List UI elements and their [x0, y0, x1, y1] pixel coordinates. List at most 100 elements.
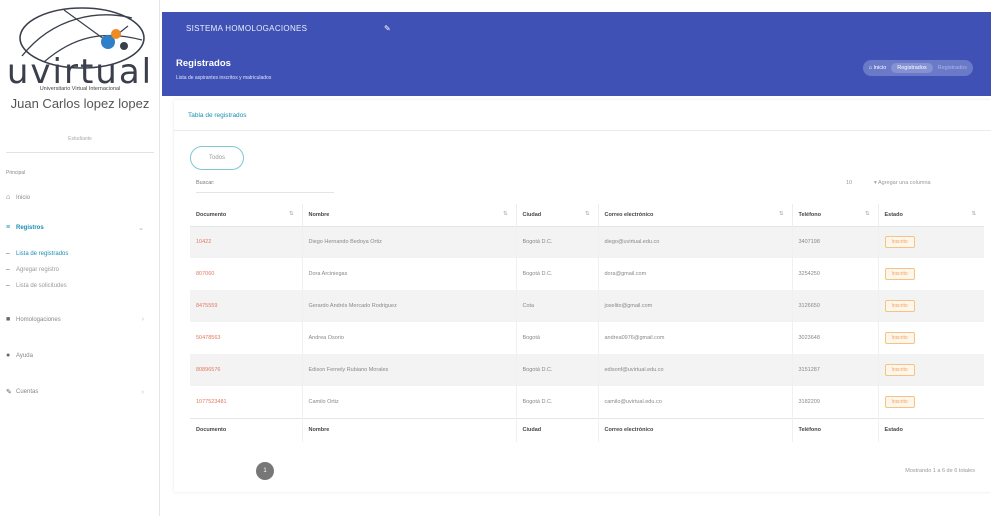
bullet-icon: – — [6, 266, 10, 273]
logo-tagline: Universitario Virtual Internacional — [39, 86, 121, 92]
cell-documento[interactable]: 8475559 — [190, 290, 303, 322]
status-badge: Inscrito — [884, 332, 915, 344]
card-divider — [174, 130, 991, 131]
cell-nombre: Dora Arciniegas — [302, 258, 517, 290]
breadcrumb-home[interactable]: ⌂ Inicio — [869, 65, 887, 71]
status-badge: Inscrito — [884, 364, 915, 376]
sidebar-item-agregar-registro[interactable]: – Agregar registro — [6, 266, 154, 273]
cell-correo: joselito@gmail.com — [598, 290, 793, 322]
table-row[interactable]: 10422 Diego Hernando Bedoya Ortiz Bogotá… — [190, 226, 984, 258]
bullet-icon: – — [6, 282, 10, 289]
sidebar-item-inicio[interactable]: ⌂ Inicio — [6, 194, 154, 201]
sidebar-item-homologaciones[interactable]: ■ Homologaciones › — [6, 316, 154, 323]
breadcrumb: ⌂ Inicio Registrados Registrados — [862, 60, 973, 76]
col-header-documento[interactable]: Documento ⇅ — [190, 204, 303, 226]
search-label: Buscar: — [196, 180, 215, 186]
cell-documento[interactable]: 807060 — [190, 258, 303, 290]
cell-correo: andrea0976@gmail.com — [598, 322, 793, 354]
column-visibility-select[interactable]: ▾ Agregar una columna — [874, 180, 931, 186]
top-header: SISTEMA HOMOLOGACIONES ✎ Registrados Lis… — [162, 12, 991, 96]
pin-icon[interactable]: ✎ — [384, 24, 391, 33]
cell-nombre: Gerardo Andrés Mercado Rodriguez — [302, 290, 517, 322]
col-header-telefono[interactable]: Teléfono ⇅ — [792, 204, 879, 226]
menu-section-label: Principal — [6, 170, 26, 176]
user-icon: ✎ — [6, 389, 12, 396]
cell-estado: Inscrito — [878, 290, 984, 322]
col-header-ciudad[interactable]: Ciudad ⇅ — [516, 204, 599, 226]
status-badge: Inscrito — [884, 300, 915, 312]
sidebar-item-label: Homologaciones — [16, 316, 61, 323]
table-row[interactable]: 8475559 Gerardo Andrés Mercado Rodriguez… — [190, 290, 984, 322]
cell-estado: Inscrito — [878, 226, 984, 258]
foot-nombre: Nombre — [302, 417, 517, 442]
col-header-estado[interactable]: Estado ⇅ — [878, 204, 984, 226]
help-icon: ● — [6, 352, 11, 359]
table-row[interactable]: 1077523481 Camilo Ortiz Bogotá D.C. cami… — [190, 386, 984, 418]
sidebar-item-lista-solicitudes[interactable]: – Lista de solicitudes — [6, 282, 154, 289]
cell-documento[interactable]: 10422 — [190, 226, 303, 258]
breadcrumb-current[interactable]: Registrados — [891, 63, 933, 73]
sidebar-item-registros[interactable]: ≡ Registros ⌄ — [6, 224, 154, 232]
page-size-select[interactable]: 10 — [846, 180, 852, 186]
foot-documento: Documento — [190, 417, 303, 442]
sidebar-item-label: Ayuda — [16, 352, 33, 359]
chevron-right-icon: › — [141, 388, 144, 396]
list-icon: ≡ — [6, 224, 11, 231]
cell-ciudad: Bogotá D.C. — [516, 354, 599, 386]
table-row[interactable]: 807060 Dora Arciniegas Bogotá D.C. dora@… — [190, 258, 984, 290]
col-header-correo[interactable]: Correo electrónico ⇅ — [598, 204, 793, 226]
cell-telefono: 3151287 — [792, 354, 879, 386]
cell-correo: camilo@uvirtual.edu.co — [598, 386, 793, 418]
page-title: Registrados — [176, 58, 231, 69]
sidebar-item-label: Lista de registrados — [16, 250, 69, 257]
sort-icon: ⇅ — [584, 211, 590, 217]
cell-nombre: Diego Hernando Bedoya Ortiz — [302, 226, 517, 258]
sidebar-item-label: Lista de solicitudes — [16, 282, 67, 289]
search-input[interactable] — [196, 192, 334, 193]
sort-icon: ⇅ — [778, 211, 784, 217]
cell-documento[interactable]: 1077523481 — [190, 386, 303, 418]
user-role: Estudiante — [68, 136, 92, 142]
table-row[interactable]: 80896576 Edison Fernely Rubiano Morales … — [190, 354, 984, 386]
sidebar-item-label: Agregar registro — [16, 266, 60, 273]
registrados-card: Tabla de registrados Todos Buscar: 10 ▾ … — [174, 100, 991, 492]
breadcrumb-last: Registrados — [937, 65, 967, 71]
sort-icon: ⇅ — [288, 211, 294, 217]
sort-icon: ⇅ — [971, 211, 976, 217]
cell-documento[interactable]: 80896576 — [190, 354, 303, 386]
status-badge: Inscrito — [884, 236, 915, 249]
cell-telefono: 3254250 — [792, 258, 879, 290]
cell-correo: diego@uvirtual.edu.co — [598, 226, 793, 258]
briefcase-icon: ■ — [6, 316, 11, 323]
cell-telefono: 3126650 — [792, 290, 879, 322]
cell-estado: Inscrito — [878, 258, 984, 290]
table-header-row: Documento ⇅ Nombre ⇅ Ciudad ⇅ Correo electr… — [190, 204, 984, 226]
sidebar-item-cuentas[interactable]: ✎ Cuentas › — [6, 388, 154, 397]
cell-telefono: 3023648 — [792, 322, 879, 354]
registrados-table: Documento ⇅ Nombre ⇅ Ciudad ⇅ Correo electr… — [190, 204, 984, 442]
cell-estado: Inscrito — [878, 386, 984, 418]
cell-estado: Inscrito — [878, 354, 984, 386]
sidebar-item-lista-registrados[interactable]: – Lista de registrados — [6, 250, 154, 257]
table-row[interactable]: 50478563 Andrea Osorio Bogotá andrea0976… — [190, 322, 984, 354]
uvirtual-logo[interactable]: uvirtual Universitario Virtual Internaci… — [4, 6, 156, 92]
status-badge: Inscrito — [884, 268, 915, 280]
sort-icon: ⇅ — [502, 211, 508, 217]
page-subtitle: Lista de aspirantes inscritos y matricul… — [176, 75, 272, 81]
col-header-nombre[interactable]: Nombre ⇅ — [302, 204, 517, 226]
cell-ciudad: Bogotá D.C. — [516, 258, 599, 290]
sidebar-item-label: Inicio — [16, 194, 31, 201]
pagination-page-1[interactable]: 1 — [256, 462, 274, 480]
sort-icon: ⇅ — [864, 211, 870, 217]
sidebar-item-ayuda[interactable]: ● Ayuda — [6, 352, 154, 359]
cell-correo: dora@gmail.com — [598, 258, 793, 290]
todos-button[interactable]: Todos — [190, 146, 244, 170]
cell-nombre: Edison Fernely Rubiano Morales — [302, 354, 517, 386]
cell-documento[interactable]: 50478563 — [190, 322, 303, 354]
table-footer-row: Documento Nombre Ciudad Correo electróni… — [190, 417, 984, 442]
status-badge: Inscrito — [884, 395, 915, 408]
foot-estado: Estado — [878, 417, 984, 442]
cell-ciudad: Bogotá D.C. — [516, 226, 599, 258]
sidebar-divider — [6, 152, 154, 153]
table-info: Mostrando 1 a 6 de 6 totales — [905, 468, 975, 474]
